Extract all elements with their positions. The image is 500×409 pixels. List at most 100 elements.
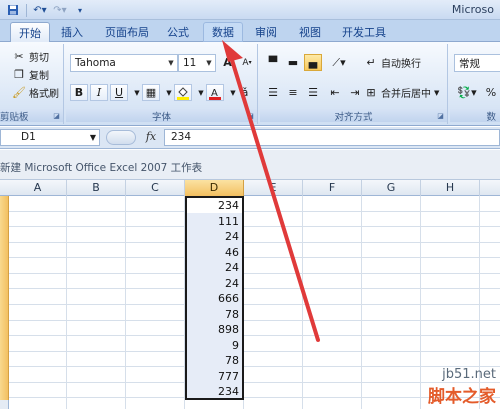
merge-center-label: 合并后居中 [381, 89, 431, 100]
name-box-dropdown-icon[interactable]: ▼ [90, 130, 96, 145]
formula-splitter-handle[interactable] [106, 130, 136, 145]
percent-format-icon[interactable]: % [482, 84, 500, 101]
undo-icon[interactable]: ↶▾ [31, 3, 49, 18]
tab-view[interactable]: 视图 [292, 22, 328, 42]
paint-bucket-icon [177, 86, 189, 100]
name-box[interactable]: D1 ▼ [0, 129, 100, 146]
align-left-icon[interactable]: ☰ [264, 84, 282, 101]
bold-button[interactable]: B [70, 84, 88, 101]
paintbrush-icon: 🖌 [12, 86, 26, 99]
align-right-icon[interactable]: ☰ [304, 84, 322, 101]
align-bottom-icon[interactable]: ▄ [304, 54, 322, 71]
name-box-value: D1 [21, 131, 36, 143]
font-size-value: 11 [183, 57, 197, 69]
grid-line [9, 288, 500, 289]
insert-function-button[interactable]: fx [140, 130, 162, 146]
font-size-combo[interactable]: 11 ▼ [178, 54, 216, 72]
wrap-text-icon: ↵ [366, 56, 376, 69]
cell-d3[interactable]: 24 [187, 229, 242, 244]
tab-home[interactable]: 开始 [10, 22, 50, 42]
worksheet-grid[interactable]: 234 111 24 46 24 24 666 78 898 9 78 777 … [9, 196, 500, 409]
grow-font-label: A [223, 56, 232, 69]
wrap-text-button[interactable]: ↵ 自动换行 [364, 54, 421, 71]
cell-d7[interactable]: 666 [187, 291, 242, 306]
font-color-button[interactable]: A [206, 84, 224, 101]
cell-d8[interactable]: 78 [187, 307, 242, 322]
cell-d9[interactable]: 898 [187, 322, 242, 337]
cell-d13[interactable]: 234 [187, 384, 242, 399]
underline-button[interactable]: U [110, 84, 128, 101]
cell-d4[interactable]: 46 [187, 245, 242, 260]
number-group-label: 数 [450, 109, 500, 123]
phonetic-icon[interactable]: ǎ [236, 84, 254, 101]
customize-qat-icon[interactable]: ▾ [71, 3, 89, 18]
increase-indent-icon[interactable]: ⇥ [346, 84, 364, 101]
fill-color-button[interactable] [174, 84, 192, 101]
align-top-icon[interactable]: ▀ [264, 54, 282, 71]
currency-format-icon[interactable]: 💱▾ [454, 84, 480, 101]
borders-button[interactable]: ▦ [142, 84, 160, 101]
number-format-combo[interactable]: 常规 [454, 54, 500, 72]
font-name-dropdown-icon[interactable]: ▼ [165, 55, 177, 71]
font-name-value: Tahoma [75, 57, 116, 69]
ribbon-home: ✂ 剪切 ❐ 复制 🖌 格式刷 剪贴板 ◪ Tahoma ▼ 11 ▼ A ▴ A… [0, 42, 500, 126]
grid-line [9, 351, 500, 352]
cell-d12[interactable]: 777 [187, 369, 242, 384]
align-middle-icon[interactable]: ▬ [284, 54, 302, 71]
decrease-indent-icon[interactable]: ⇤ [326, 84, 344, 101]
column-header-d[interactable]: D [185, 180, 244, 196]
tab-insert[interactable]: 插入 [54, 22, 90, 42]
tab-page-layout[interactable]: 页面布局 [96, 22, 158, 42]
shrink-font-button[interactable]: A ▾ [238, 54, 256, 71]
align-center-icon[interactable]: ≡ [284, 84, 302, 101]
cell-d2[interactable]: 111 [187, 214, 242, 229]
workbook-title-bar: 新建 Microsoft Office Excel 2007 工作表 [0, 150, 500, 180]
tab-review[interactable]: 审阅 [250, 22, 282, 42]
column-header-c[interactable]: C [126, 180, 185, 196]
alignment-group-label: 对齐方式 [260, 109, 447, 123]
font-color-icon: A [209, 88, 221, 100]
alignment-launcher-icon[interactable]: ◪ [436, 112, 445, 121]
formula-bar: D1 ▼ fx 234 [0, 127, 500, 149]
copy-label: 复制 [29, 71, 49, 82]
selected-range-d1-d13[interactable]: 234 111 24 46 24 24 666 78 898 9 78 777 … [185, 196, 244, 400]
column-header-h[interactable]: H [421, 180, 480, 196]
copy-button[interactable]: ❐ 复制 [12, 66, 49, 83]
clipboard-launcher-icon[interactable]: ◪ [52, 112, 61, 121]
tab-formulas[interactable]: 公式 [160, 22, 196, 42]
grid-line [9, 211, 500, 212]
merge-dropdown-icon[interactable]: ▼ [434, 89, 439, 97]
column-header-g[interactable]: G [362, 180, 421, 196]
column-header-f[interactable]: F [303, 180, 362, 196]
grid-line [9, 226, 500, 227]
save-icon[interactable] [4, 3, 22, 18]
formula-input[interactable]: 234 [164, 129, 500, 146]
grid-line [125, 196, 126, 409]
font-name-combo[interactable]: Tahoma ▼ [70, 54, 178, 72]
column-header-e[interactable]: E [244, 180, 303, 196]
column-header-b[interactable]: B [67, 180, 126, 196]
cut-button[interactable]: ✂ 剪切 [12, 48, 49, 65]
qat-separator [26, 3, 27, 17]
cell-d5[interactable]: 24 [187, 260, 242, 275]
grow-font-button[interactable]: A ▴ [220, 54, 238, 71]
orientation-icon[interactable]: ⟋▾ [326, 54, 352, 71]
tab-data[interactable]: 数据 [203, 22, 243, 42]
italic-button[interactable]: I [90, 84, 108, 101]
format-painter-button[interactable]: 🖌 格式刷 [12, 84, 59, 101]
cell-d11[interactable]: 78 [187, 353, 242, 368]
cell-d6[interactable]: 24 [187, 276, 242, 291]
clipboard-group: ✂ 剪切 ❐ 复制 🖌 格式刷 剪贴板 ◪ [0, 44, 64, 124]
redo-icon[interactable]: ↷▾ [51, 3, 69, 18]
merge-center-button[interactable]: ⊞ 合并后居中 ▼ [364, 84, 439, 101]
workbook-title: 新建 Microsoft Office Excel 2007 工作表 [0, 162, 203, 174]
cell-d10[interactable]: 9 [187, 338, 242, 353]
wrap-text-label: 自动换行 [381, 59, 421, 70]
font-size-dropdown-icon[interactable]: ▼ [203, 55, 215, 71]
grid-line [302, 196, 303, 409]
column-header-a[interactable]: A [9, 180, 67, 196]
font-launcher-icon[interactable]: ◪ [246, 112, 255, 121]
grid-line [9, 366, 500, 367]
cell-d1[interactable]: 234 [187, 198, 242, 213]
tab-developer[interactable]: 开发工具 [336, 22, 392, 42]
